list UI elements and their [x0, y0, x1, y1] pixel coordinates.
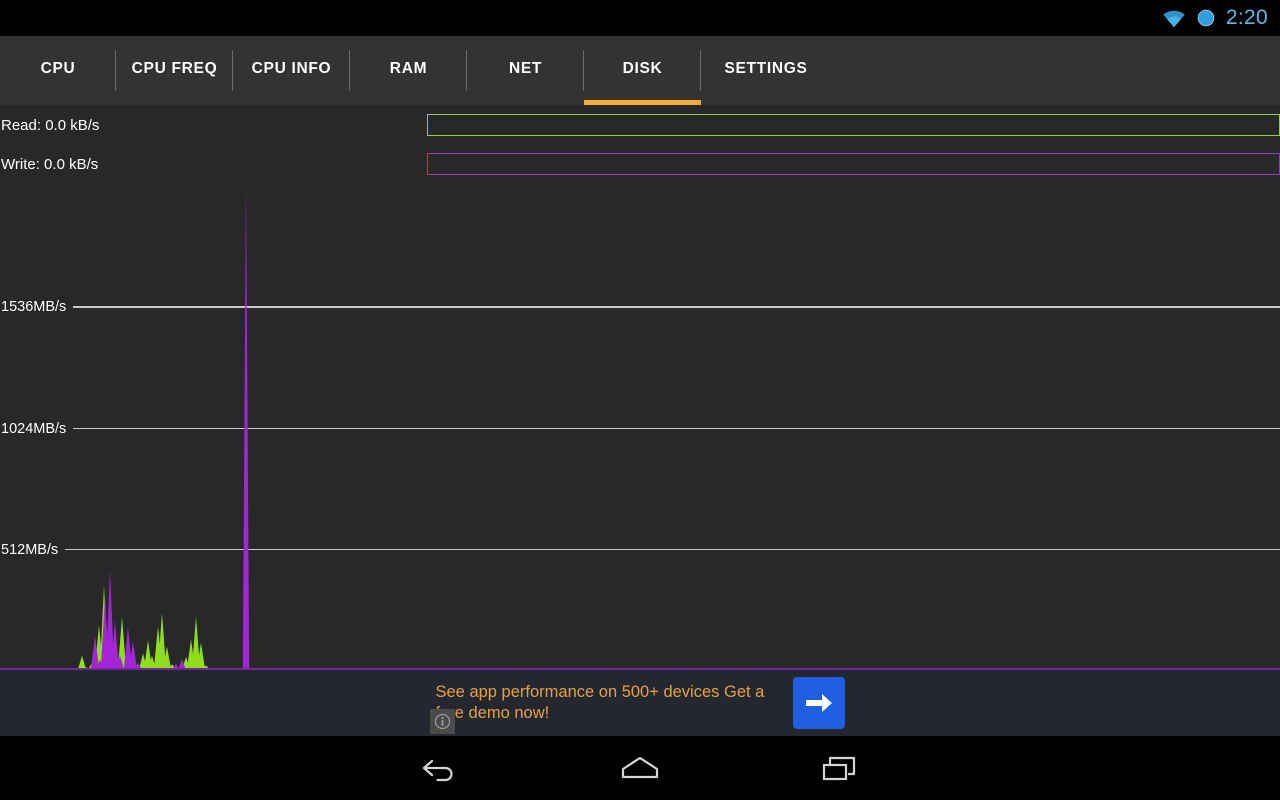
tab-label: SETTINGS: [724, 59, 808, 77]
chart-axis-labels: 1536MB/s 1024MB/s 512MB/s: [0, 185, 1280, 670]
status-bar-clock: 2:20: [1225, 6, 1268, 29]
recents-button[interactable]: [740, 736, 940, 800]
tab-bar: CPU CPU FREQ CPU INFO RAM NET DISK SETTI…: [0, 36, 1280, 105]
status-bar: 2:20: [0, 0, 1280, 36]
ad-text: See app performance on 500+ devices Get …: [435, 683, 765, 722]
tab-settings[interactable]: SETTINGS: [701, 36, 831, 105]
tab-label: DISK: [622, 59, 663, 77]
read-label: Read: 0.0 kB/s: [1, 116, 100, 134]
y-axis-tick-label: 512MB/s: [1, 541, 59, 558]
back-button[interactable]: [340, 736, 540, 800]
tab-label: CPU INFO: [251, 59, 332, 77]
write-meter-track: [427, 153, 1280, 175]
tab-label: CPU FREQ: [131, 59, 218, 77]
tab-cpu[interactable]: CPU: [0, 36, 116, 105]
tab-label: NET: [508, 59, 543, 77]
wifi-icon: [1162, 9, 1186, 28]
ad-cta-button[interactable]: [792, 677, 845, 729]
tab-net[interactable]: NET: [467, 36, 584, 105]
tab-label: RAM: [389, 59, 428, 77]
back-arrow-icon: [422, 759, 453, 782]
tab-cpu-freq[interactable]: CPU FREQ: [116, 36, 233, 105]
read-meter-row: Read: 0.0 kB/s: [0, 105, 1280, 145]
home-icon: [621, 756, 659, 779]
write-meter-row: Write: 0.0 kB/s: [0, 144, 1280, 184]
disk-legend: Read: 0.0 kB/s Write: 0.0 kB/s: [0, 105, 1280, 185]
disk-throughput-chart[interactable]: 1536MB/s 1024MB/s 512MB/s: [0, 185, 1280, 670]
arrow-right-icon: [805, 694, 832, 712]
ad-banner[interactable]: See app performance on 500+ devices Get …: [0, 670, 1280, 736]
recent-apps-icon: [822, 756, 856, 781]
info-icon[interactable]: [430, 709, 455, 734]
android-nav-bar: [0, 736, 1280, 800]
read-meter-track: [427, 114, 1280, 136]
y-axis-tick-label: 1536MB/s: [1, 299, 67, 316]
y-axis-tick-label: 1024MB/s: [1, 420, 67, 437]
tab-disk[interactable]: DISK: [584, 36, 701, 105]
tab-label: CPU: [40, 59, 76, 77]
circle-sync-icon: [1195, 7, 1217, 29]
write-label: Write: 0.0 kB/s: [1, 155, 99, 173]
home-button[interactable]: [540, 736, 740, 800]
tab-cpu-info[interactable]: CPU INFO: [233, 36, 350, 105]
app-screen: 2:20 CPU CPU FREQ CPU INFO RAM NET DISK …: [0, 0, 1280, 800]
tab-ram[interactable]: RAM: [350, 36, 467, 105]
